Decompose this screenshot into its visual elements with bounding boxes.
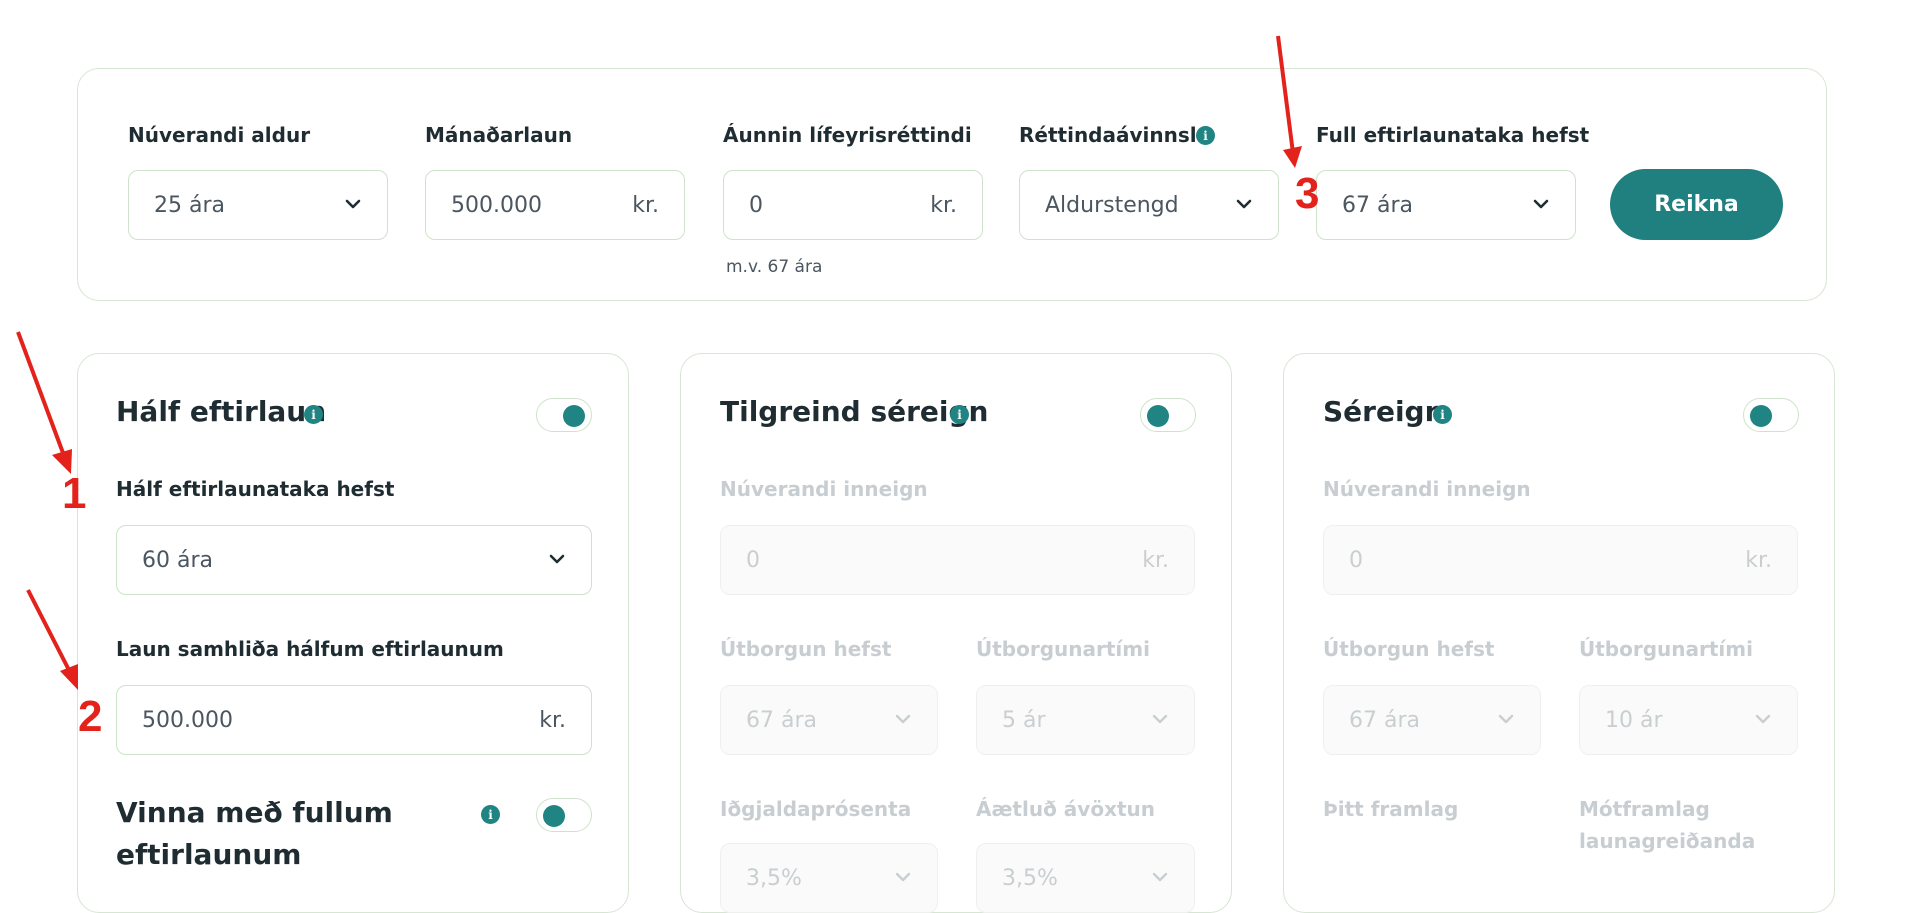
annotation-number-1: 1 (62, 469, 87, 518)
annotation-number-3: 3 (1295, 169, 1320, 218)
annotation-arrows (16, 35, 1302, 690)
annotation-arrow-2 (26, 589, 74, 677)
annotation-arrowhead-3 (1283, 146, 1302, 168)
annotation-arrow-3 (1276, 35, 1295, 154)
annotation-number-2: 2 (78, 692, 103, 741)
annotation-arrowhead-2 (60, 664, 78, 690)
annotation-arrow-1 (16, 331, 68, 462)
